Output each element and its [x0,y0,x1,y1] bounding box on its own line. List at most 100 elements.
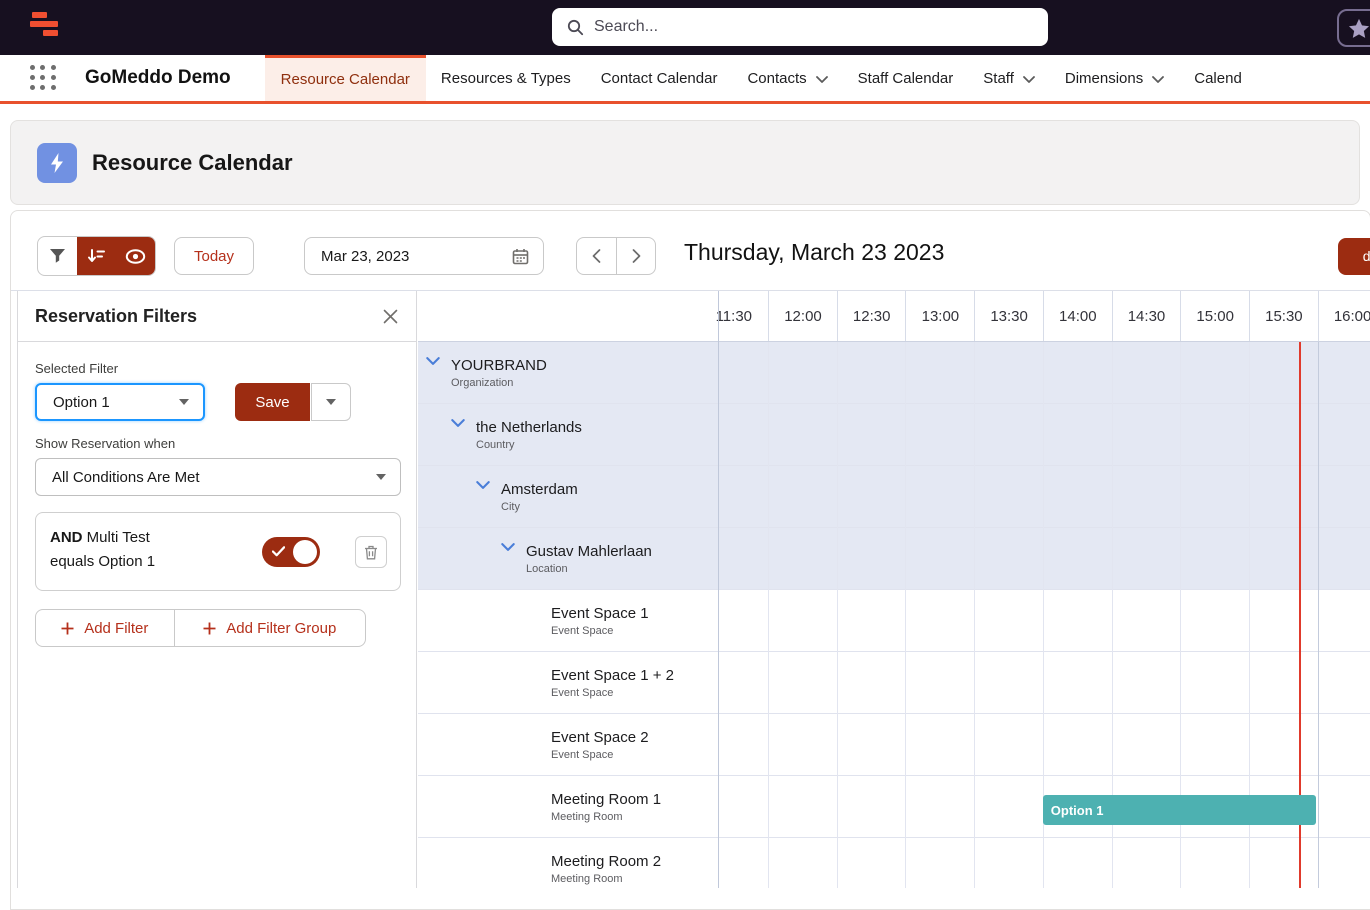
resource-name: Event Space 2 [551,729,649,746]
close-button[interactable] [383,309,398,324]
global-search[interactable] [552,8,1048,46]
time-header-cell: 13:30 [974,291,1043,341]
resource-column-divider [718,291,719,888]
funnel-icon [49,248,66,264]
prev-day-button[interactable] [577,238,616,274]
resource-row[interactable]: Event Space 1Event Space [418,590,1370,652]
resource-name: the Netherlands [476,419,582,436]
resource-type-label: Meeting Room [551,873,661,885]
filter-toggle-button[interactable] [38,237,77,275]
time-label: 13:00 [922,308,960,325]
grid-line [905,342,906,888]
tab-resource-calendar[interactable]: Resource Calendar [265,55,426,101]
app-launcher-button[interactable] [30,65,57,92]
grid-line [768,342,769,888]
time-header-cell: 11:30 [699,291,768,341]
chevron-down-icon [1152,76,1164,83]
group-row[interactable]: the NetherlandsCountry [418,404,1370,466]
resource-name-cell: Meeting Room 1Meeting Room [551,791,661,823]
time-label: 14:30 [1128,308,1166,325]
time-header-cell: 13:00 [905,291,974,341]
tab-contacts[interactable]: Contacts [732,55,842,101]
toggle-knob [293,540,317,564]
resource-name-cell: YOURBRANDOrganization [451,357,547,389]
group-row[interactable]: Amsterdam City [418,466,1370,528]
resource-name-cell: Event Space 1 + 2Event Space [551,667,674,699]
event-bar[interactable]: Option 1 [1043,795,1316,825]
resource-type-label: Event Space [551,749,649,761]
collapse-icon[interactable] [426,357,440,365]
collapse-icon[interactable] [451,419,465,427]
filters-panel-title: Reservation Filters [35,306,197,327]
resource-name: YOURBRAND [451,357,547,374]
tab-label: Resources & Types [441,70,571,87]
tab-resources-types[interactable]: Resources & Types [426,55,586,101]
tab-staff[interactable]: Staff [968,55,1050,101]
selected-filter-dropdown[interactable]: Option 1 [35,383,205,421]
dropdown-arrow-icon [326,399,336,405]
resource-name-cell: Amsterdam City [501,481,578,513]
resource-row[interactable]: Event Space 2 Event Space [418,714,1370,776]
tab-label: Contacts [747,70,806,87]
time-header-cell: 14:30 [1112,291,1181,341]
tab-contact-calendar[interactable]: Contact Calendar [586,55,733,101]
dropdown-arrow-icon [376,474,386,480]
resource-row[interactable]: Meeting Room 2Meeting Room [418,838,1370,888]
save-menu-button[interactable] [311,383,351,421]
filters-panel-header: Reservation Filters [18,291,416,342]
chevron-down-icon [1023,76,1035,83]
tab-staff-calendar[interactable]: Staff Calendar [843,55,969,101]
tab-label: Staff [983,70,1014,87]
delete-rule-button[interactable] [355,536,387,568]
page-title: Resource Calendar [92,150,293,176]
tab-label: Resource Calendar [281,71,410,88]
calendar-body[interactable]: YOURBRANDOrganization the NetherlandsCoun… [418,342,1370,888]
main-card: Today Mar 23, 2023 Thursday, March 23 20… [10,210,1370,910]
group-row[interactable]: YOURBRANDOrganization [418,342,1370,404]
plus-icon [203,622,216,635]
date-picker[interactable]: Mar 23, 2023 [304,237,544,275]
show-when-label: Show Reservation when [35,436,399,451]
conditions-value: All Conditions Are Met [52,469,200,486]
resource-name-cell: Meeting Room 2Meeting Room [551,853,661,885]
resource-row[interactable]: Event Space 1 + 2Event Space [418,652,1370,714]
grid-line [1318,342,1319,888]
top-bar [0,0,1370,55]
day-view-button[interactable]: day [1338,238,1370,275]
rule-operator: AND [50,529,83,546]
resource-name: Event Space 1 [551,605,649,622]
today-button[interactable]: Today [174,237,254,275]
add-filter-button[interactable]: Add Filter [36,610,175,646]
resource-name: Amsterdam [501,481,578,498]
resource-type-label: Event Space [551,687,674,699]
time-label: 12:30 [853,308,891,325]
rule-field: Multi Test [87,529,150,546]
sort-button[interactable] [77,237,116,275]
add-filter-group-button[interactable]: Add Filter Group [175,610,365,646]
group-row[interactable]: Gustav Mahlerlaan Location [418,528,1370,590]
rule-text-line1: AND Multi Test [50,526,386,550]
resource-name-cell: the NetherlandsCountry [476,419,582,451]
app-nav: GoMeddo Demo Resource CalendarResources … [0,55,1370,104]
time-header-cell: 16:00 [1318,291,1370,341]
conditions-dropdown[interactable]: All Conditions Are Met [35,458,401,496]
sort-list-icon [87,248,106,264]
search-icon [567,19,584,36]
resource-name: Gustav Mahlerlaan [526,543,652,560]
next-day-button[interactable] [616,238,655,274]
collapse-icon[interactable] [476,481,490,489]
filter-rule-card: AND Multi Test equals Option 1 [35,512,401,591]
tab-dimensions[interactable]: Dimensions [1050,55,1179,101]
save-button[interactable]: Save [235,383,310,421]
rule-toggle[interactable] [262,537,320,567]
time-header-cell: 15:00 [1180,291,1249,341]
favorites-button[interactable] [1337,9,1370,47]
visibility-button[interactable] [116,237,155,275]
collapse-icon[interactable] [501,543,515,551]
resource-type-label: City [501,501,578,513]
resource-name-cell: Event Space 2 Event Space [551,729,649,761]
search-input[interactable] [594,18,994,36]
tab-label: Contact Calendar [601,70,718,87]
resource-type-label: Location [526,563,652,575]
tab-calend[interactable]: Calend [1179,55,1257,101]
